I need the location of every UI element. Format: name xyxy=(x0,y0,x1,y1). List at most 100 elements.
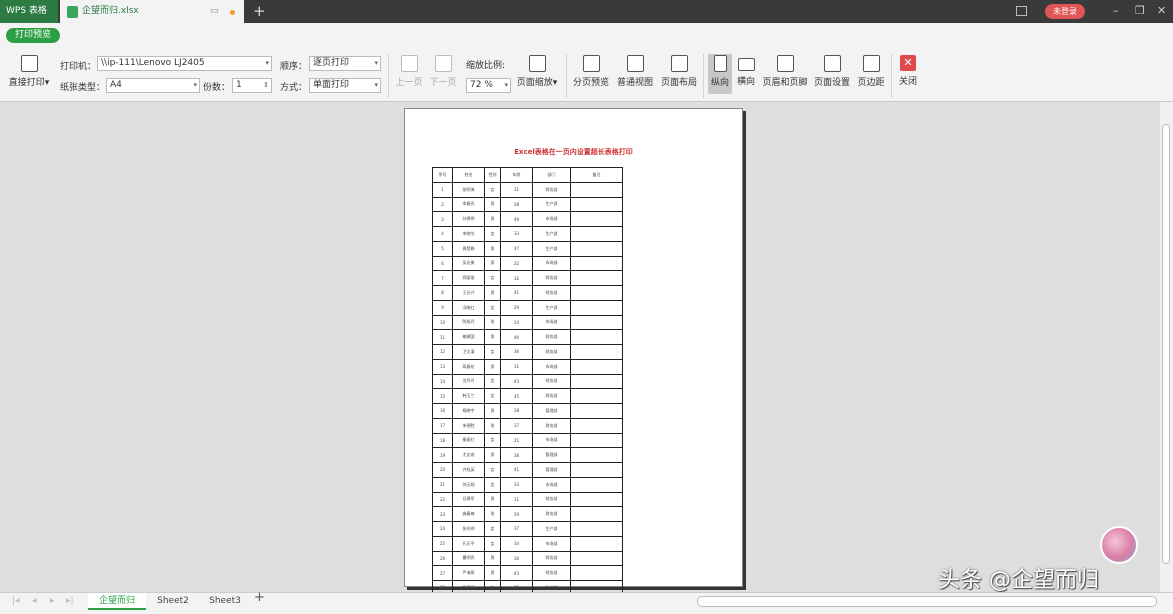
page-setup-button[interactable]: 页面设置 xyxy=(814,55,850,88)
close-preview-button[interactable]: ✕ 关闭 xyxy=(897,55,919,87)
table-cell xyxy=(570,476,623,493)
table-cell: 财务部 xyxy=(532,344,571,360)
table-cell xyxy=(570,329,623,345)
table-cell xyxy=(570,432,623,449)
table-cell: 李晓华 xyxy=(452,226,485,242)
zoom-select[interactable]: 72 % ▾ xyxy=(466,78,511,93)
table-cell: 45 xyxy=(500,388,533,404)
restore-icon[interactable]: ❐ xyxy=(1135,0,1145,22)
print-page: Excel表格在一页内设置超长表格打印 序号 姓名 性别 年龄 部门 备注 1 张明海女 31… xyxy=(404,108,743,596)
table-cell: 李春亮 xyxy=(452,196,485,213)
page-layout-button[interactable]: 页面布局 xyxy=(660,55,698,88)
close-icon: ✕ xyxy=(900,55,916,71)
table-cell: 女 xyxy=(484,344,501,360)
table-row: 11 褚建国男 40 财务部 xyxy=(432,329,623,345)
table-cell: 10 xyxy=(432,314,453,331)
horizontal-scrollbar[interactable] xyxy=(697,596,1157,607)
monitor-icon[interactable]: ▭ xyxy=(210,0,219,23)
table-cell: 周楚静 xyxy=(452,240,485,257)
next-sheet-icon[interactable]: ▸ xyxy=(50,596,55,606)
header-footer-button[interactable]: 页眉和页脚 xyxy=(762,55,808,88)
table-cell: 38 xyxy=(500,447,533,463)
login-button[interactable]: 未登录 xyxy=(1045,4,1085,19)
first-sheet-icon[interactable]: |◂ xyxy=(12,596,20,606)
add-sheet-plus-icon[interactable]: + xyxy=(254,590,265,605)
page-zoom-icon xyxy=(528,55,546,72)
prev-sheet-icon[interactable]: ◂ xyxy=(32,596,37,606)
divider xyxy=(703,54,704,98)
table-row: 24 张光明女 37 生产部 xyxy=(432,521,623,537)
table-cell: 男 xyxy=(484,255,501,272)
wps-window: WPS 表格 企望而归.xlsx ▭ + 未登录 – ❐ ✕ 打印预览 直接打印… xyxy=(0,0,1173,614)
table-cell: 男 xyxy=(484,506,501,522)
table-cell: 26 xyxy=(432,550,453,567)
table-row: 18 秦丽红女 21 市场部 xyxy=(432,432,623,449)
margins-button[interactable]: 页边距 xyxy=(857,55,885,88)
table-cell: 吴志勇 xyxy=(452,255,485,272)
table-cell: 6 xyxy=(432,255,453,272)
window-mode-icon[interactable] xyxy=(1016,6,1027,16)
table-cell: 郑丽丽 xyxy=(452,270,485,286)
document-tab[interactable]: 企望而归.xlsx ▭ xyxy=(60,0,244,23)
table-cell: 沈丹丹 xyxy=(452,373,485,390)
scrollbar-thumb[interactable] xyxy=(1162,124,1170,564)
table-cell: 29 xyxy=(500,506,533,522)
wps-home-tab[interactable]: WPS 表格 xyxy=(0,0,58,23)
table-cell: 12 xyxy=(432,344,453,360)
table-cell: 杨晓宇 xyxy=(452,403,485,419)
sheet-tab-1[interactable]: 企望而归 xyxy=(88,593,146,610)
table-cell: 市场部 xyxy=(532,535,571,552)
paper-type-select[interactable]: A4 ▾ xyxy=(106,78,200,93)
sheet-tab-2[interactable]: Sheet2 xyxy=(150,593,196,610)
table-cell: 男 xyxy=(484,565,501,581)
prev-page-button[interactable]: 上一页 xyxy=(395,55,423,88)
copies-stepper[interactable]: 1 ⇕ xyxy=(232,78,272,93)
copies-label: 份数： xyxy=(203,83,231,93)
chevron-down-icon: ▾ xyxy=(374,81,378,89)
table-cell: 女 xyxy=(484,476,501,493)
table-row: 5 周楚静男 47 生产部 xyxy=(432,240,623,257)
close-window-icon[interactable]: ✕ xyxy=(1157,0,1166,22)
direct-print-button[interactable]: 直接打印▾ xyxy=(6,55,52,88)
table-cell: 陈旭丹 xyxy=(452,314,485,331)
vertical-scrollbar[interactable] xyxy=(1160,102,1173,592)
next-page-icon xyxy=(434,55,452,72)
table-cell: 女 xyxy=(484,181,501,198)
sheet-title: Excel表格在一页内设置超长表格打印 xyxy=(514,148,633,156)
table-cell xyxy=(570,240,623,257)
table-cell: 40 xyxy=(500,329,533,345)
new-tab-plus-icon[interactable]: + xyxy=(253,0,266,22)
duplex-mode-select[interactable]: 单面打印 ▾ xyxy=(309,78,381,93)
table-cell: 2 xyxy=(432,196,453,213)
print-preview-button[interactable]: 打印预览 xyxy=(6,28,60,43)
last-sheet-icon[interactable]: ▸| xyxy=(66,596,74,606)
table-cell: 何天翔 xyxy=(452,476,485,493)
portrait-button[interactable]: 纵向 xyxy=(708,55,732,88)
next-page-button[interactable]: 下一页 xyxy=(429,55,457,88)
table-cell: 孙德明 xyxy=(452,211,485,227)
chevron-down-icon: ▾ xyxy=(504,81,508,89)
landscape-button[interactable]: 横向 xyxy=(735,55,757,87)
table-cell: 31 xyxy=(500,181,533,198)
table-cell: 财务部 xyxy=(532,329,571,345)
sheet-tab-3[interactable]: Sheet3 xyxy=(202,593,248,610)
minimize-icon[interactable]: – xyxy=(1113,0,1119,22)
table-cell xyxy=(570,196,623,213)
table-row: 14 沈丹丹女 43 财务部 xyxy=(432,373,623,390)
printer-select[interactable]: \\ip-111\Lenovo LJ2405 ▾ xyxy=(97,56,272,71)
divider xyxy=(388,54,389,98)
normal-view-button[interactable]: 普通视图 xyxy=(616,55,654,88)
table-cell: 31 xyxy=(500,491,533,508)
page-zoom-button[interactable]: 页面缩放▾ xyxy=(514,55,560,88)
table-cell: 生产部 xyxy=(532,299,571,316)
table-cell xyxy=(570,491,623,508)
document-tab-label: 企望而归.xlsx xyxy=(82,6,139,16)
table-cell: 女 xyxy=(484,432,501,449)
table-cell: 财务部 xyxy=(532,417,571,434)
page-break-preview-button[interactable]: 分页预览 xyxy=(572,55,610,88)
table-cell: 37 xyxy=(500,417,533,434)
table-cell: 男 xyxy=(484,196,501,213)
page-layout-icon xyxy=(670,55,688,72)
table-cell: 尤志成 xyxy=(452,447,485,463)
order-select[interactable]: 逐页打印 ▾ xyxy=(309,56,381,71)
